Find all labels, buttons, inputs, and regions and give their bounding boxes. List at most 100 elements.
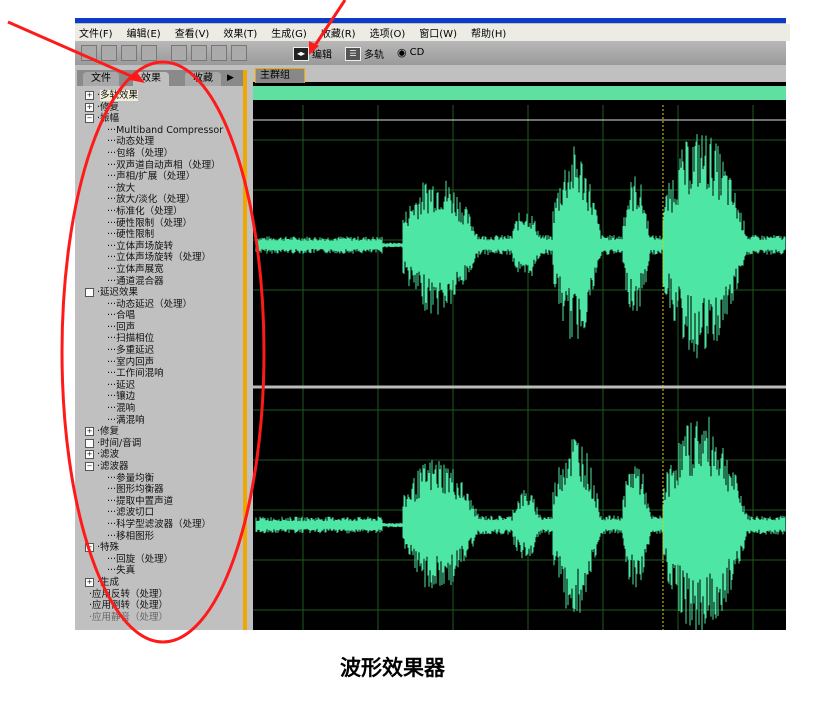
menu-item[interactable]: 窗口(W)	[419, 25, 457, 40]
tree-item[interactable]: ···Multiband Compressor	[85, 125, 223, 137]
multitrack-view-button[interactable]: ☰ 多轨	[345, 46, 384, 61]
lasso-tool[interactable]	[121, 45, 137, 61]
panel-menu-icon[interactable]: ▶	[227, 73, 234, 83]
tree-item-label: 立体声展宽	[116, 263, 164, 275]
tree-item[interactable]: ···双声道自动声相（处理）	[85, 160, 223, 172]
expand-toggle-icon[interactable]: −	[85, 114, 94, 124]
tree-item[interactable]: ···移相图形	[85, 531, 223, 543]
tree-item[interactable]: ···立体声场旋转	[85, 241, 223, 253]
expand-toggle-icon[interactable]: +	[85, 102, 94, 112]
tree-item[interactable]: ···扫描相位	[85, 333, 223, 345]
marquee-tool[interactable]	[101, 45, 117, 61]
tree-item[interactable]: ···镶边	[85, 391, 223, 403]
tree-item[interactable]: ···延迟	[85, 380, 223, 392]
tree-item[interactable]: ···标准化（处理）	[85, 206, 223, 218]
tree-item[interactable]: + ·滤波	[85, 449, 223, 461]
tree-item[interactable]: ···混响	[85, 403, 223, 415]
tree-item[interactable]: ···回声	[85, 322, 223, 334]
tree-item-label: 硬性限制（处理）	[116, 217, 193, 229]
tree-item[interactable]: ···工作间混响	[85, 368, 223, 380]
tree-item[interactable]: + ·多轨效果	[85, 90, 223, 102]
tree-item[interactable]: ·延迟效果	[85, 287, 223, 299]
menu-item[interactable]: 编辑(E)	[127, 25, 161, 40]
tree-item[interactable]: + ·修复	[85, 102, 223, 114]
expand-toggle-icon[interactable]: +	[85, 450, 94, 460]
zoom-tool[interactable]	[231, 45, 247, 61]
tree-item[interactable]: ···室内回声	[85, 357, 223, 369]
edit-view-button[interactable]: ◂▸ 编辑	[293, 46, 332, 61]
menu-item[interactable]: 文件(F)	[79, 25, 113, 40]
menu-item[interactable]: 效果(T)	[223, 25, 257, 40]
tree-item[interactable]: − ·滤波器	[85, 461, 223, 473]
tree-item[interactable]: + ·修复	[85, 426, 223, 438]
menu-item[interactable]: 帮助(H)	[471, 25, 506, 40]
expand-toggle-icon[interactable]: +	[85, 427, 94, 437]
tree-item-label: 滤波器	[100, 461, 129, 472]
tree-item[interactable]: ···硬性限制（处理）	[85, 218, 223, 230]
session-tab[interactable]: 主群组	[255, 68, 305, 83]
tree-item-label: 延迟	[116, 379, 136, 391]
expand-toggle-icon[interactable]: −	[85, 462, 94, 471]
tree-item-label: 移相图形	[116, 530, 155, 542]
menu-item[interactable]: 生成(G)	[271, 25, 307, 40]
audition-window: 文件(F) 编辑(E) 查看(V) 效果(T) 生成(G) 收藏(R) 选项(O) 窗口(W)…	[75, 18, 790, 630]
tree-item[interactable]: ···合唱	[85, 310, 223, 322]
move-tool[interactable]	[171, 45, 187, 61]
effects-panel: 文件 效果 收藏 ▶ + ·多轨效果 + ·修复 − ·振幅 ···Multiband Co…	[77, 70, 243, 630]
tree-item[interactable]: ···立体声场旋转（处理）	[85, 252, 223, 264]
tree-item[interactable]: − ·振幅	[85, 113, 223, 125]
tree-item[interactable]: ···多重延迟	[85, 345, 223, 357]
tree-item[interactable]: − ·特殊	[85, 542, 223, 554]
waveform	[253, 105, 786, 630]
expand-toggle-icon[interactable]: +	[85, 577, 94, 587]
panel-divider[interactable]	[243, 70, 247, 630]
tree-item[interactable]: ···科学型滤波器（处理）	[85, 519, 223, 531]
timeline-ruler[interactable]	[253, 86, 786, 100]
tree-item[interactable]: ···失真	[85, 565, 223, 577]
tree-item[interactable]: ···满混响	[85, 415, 223, 427]
tree-item[interactable]: ·应用反转（处理）	[85, 589, 223, 601]
time-select-tool[interactable]	[81, 45, 97, 61]
menu-item[interactable]: 选项(O)	[370, 25, 406, 40]
scrub-tool[interactable]	[141, 45, 157, 61]
expand-toggle-icon[interactable]: +	[85, 91, 94, 100]
tree-item[interactable]: ···放大/淡化（处理）	[85, 194, 223, 206]
tree-item[interactable]: ···提取中置声道	[85, 496, 223, 508]
tree-item-label: 满混响	[116, 414, 145, 426]
tree-item-label: 双声道自动声相（处理）	[116, 159, 221, 171]
tree-item[interactable]: ···图形均衡器	[85, 484, 223, 496]
tree-item[interactable]: ···通道混合器	[85, 276, 223, 288]
tree-item[interactable]: ···立体声展宽	[85, 264, 223, 276]
tree-item[interactable]: ·应用静音（处理）	[85, 612, 223, 624]
tree-item[interactable]: ···回旋（处理）	[85, 554, 223, 566]
expand-toggle-icon[interactable]	[85, 288, 94, 298]
toolbar: ◂▸ 编辑 ☰ 多轨 ◉ CD	[75, 41, 786, 65]
menu-item[interactable]: 查看(V)	[175, 25, 210, 40]
menu-item[interactable]: 收藏(R)	[321, 25, 356, 40]
tree-item[interactable]: ···硬性限制	[85, 229, 223, 241]
tree-item[interactable]: ···放大	[85, 183, 223, 195]
tree-item[interactable]: ···声相/扩展（处理）	[85, 171, 223, 183]
tree-item-label: 应用反转（处理）	[92, 588, 169, 600]
tree-item[interactable]: ···动态处理	[85, 136, 223, 148]
tree-item[interactable]: ·应用倒转（处理）	[85, 600, 223, 612]
tree-item-label: 滤波	[100, 449, 120, 461]
tab-effects[interactable]: 效果	[133, 72, 169, 86]
tree-item[interactable]: ···动态延迟（处理）	[85, 299, 223, 311]
tree-item-label: 图形均衡器	[116, 484, 164, 496]
hybrid-tool[interactable]	[191, 45, 207, 61]
tree-item-label: 室内回声	[116, 356, 155, 368]
tree-item[interactable]: + ·生成	[85, 577, 223, 589]
tab-favorites[interactable]: 收藏	[185, 72, 221, 86]
cd-view-button[interactable]: ◉ CD	[397, 46, 424, 59]
waveform-display[interactable]	[253, 82, 786, 630]
tree-item-label: 修复	[100, 426, 120, 438]
tree-item[interactable]: ···滤波切口	[85, 507, 223, 519]
tab-files[interactable]: 文件	[83, 72, 119, 86]
envelope-tool[interactable]	[211, 45, 227, 61]
expand-toggle-icon[interactable]	[85, 438, 94, 448]
expand-toggle-icon[interactable]: −	[85, 543, 94, 553]
tree-item[interactable]: ·时间/音调	[85, 438, 223, 450]
tree-item[interactable]: ···参量均衡	[85, 473, 223, 485]
tree-item[interactable]: ···包络（处理）	[85, 148, 223, 160]
